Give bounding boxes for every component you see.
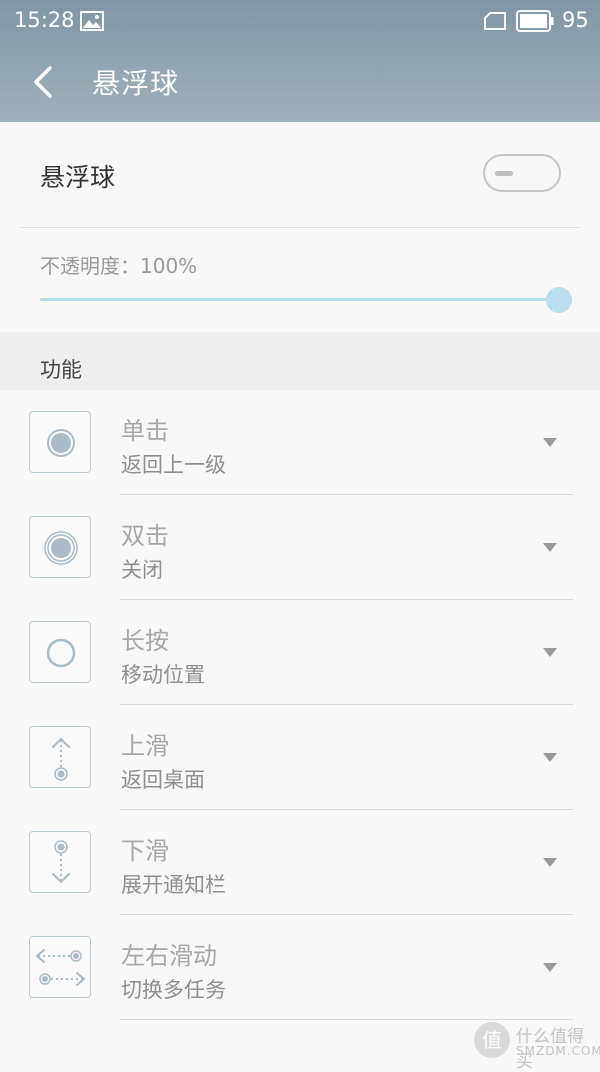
gesture-item-single-tap[interactable]: 单击 返回上一级 — [0, 390, 600, 495]
back-arrow-icon[interactable] — [30, 64, 56, 104]
section-label-functions: 功能 — [40, 358, 82, 382]
gesture-title: 左右滑动 — [121, 942, 217, 970]
gesture-item-swipe-down[interactable]: 下滑 展开通知栏 — [0, 810, 600, 915]
image-notification-icon — [80, 11, 104, 35]
gesture-action: 关闭 — [121, 558, 163, 582]
dropdown-caret-icon[interactable] — [543, 963, 557, 972]
floating-ball-toggle-row[interactable]: 悬浮球 — [0, 122, 600, 228]
dropdown-caret-icon[interactable] — [543, 648, 557, 657]
floating-ball-label: 悬浮球 — [40, 163, 116, 192]
app-bar: 悬浮球 — [0, 42, 600, 122]
gesture-title: 单击 — [121, 417, 169, 445]
dropdown-caret-icon[interactable] — [543, 438, 557, 447]
section-header: 功能 — [0, 332, 600, 390]
dropdown-caret-icon[interactable] — [543, 543, 557, 552]
gesture-item-double-tap[interactable]: 双击 关闭 — [0, 495, 600, 600]
watermark-logo: 值 — [474, 1022, 510, 1058]
battery-icon — [516, 10, 554, 36]
gesture-title: 双击 — [121, 522, 169, 550]
opacity-slider-track[interactable] — [40, 298, 560, 301]
gesture-action: 返回上一级 — [121, 453, 226, 477]
dropdown-caret-icon[interactable] — [543, 858, 557, 867]
double-tap-icon — [29, 516, 91, 578]
gesture-item-long-press[interactable]: 长按 移动位置 — [0, 600, 600, 705]
gesture-title: 上滑 — [121, 732, 169, 760]
divider — [20, 227, 580, 228]
gesture-action: 移动位置 — [121, 663, 205, 687]
gesture-action: 返回桌面 — [121, 768, 205, 792]
gesture-item-swipe-up[interactable]: 上滑 返回桌面 — [0, 705, 600, 810]
single-tap-icon — [29, 411, 91, 473]
gesture-title: 下滑 — [121, 837, 169, 865]
swipe-left-right-icon — [29, 936, 91, 998]
page-title: 悬浮球 — [92, 67, 180, 100]
battery-level: 95 — [562, 8, 589, 32]
gesture-action: 切换多任务 — [121, 978, 226, 1002]
swipe-up-icon — [29, 726, 91, 788]
watermark-url: SMZDM.COM — [516, 1044, 600, 1058]
gesture-action: 展开通知栏 — [121, 873, 226, 897]
floating-ball-switch[interactable] — [483, 154, 561, 192]
long-press-icon — [29, 621, 91, 683]
opacity-label: 不透明度：100% — [40, 254, 198, 278]
opacity-slider-thumb[interactable] — [546, 287, 572, 313]
sim-card-icon — [484, 12, 506, 34]
dropdown-caret-icon[interactable] — [543, 753, 557, 762]
watermark: 值 什么值得买 SMZDM.COM — [474, 1020, 600, 1072]
switch-knob — [495, 171, 513, 176]
gesture-title: 长按 — [121, 627, 169, 655]
status-time: 15:28 — [14, 8, 75, 32]
status-bar: 15:28 95 — [0, 0, 600, 42]
swipe-down-icon — [29, 831, 91, 893]
gesture-item-swipe-left-right[interactable]: 左右滑动 切换多任务 — [0, 915, 600, 1020]
